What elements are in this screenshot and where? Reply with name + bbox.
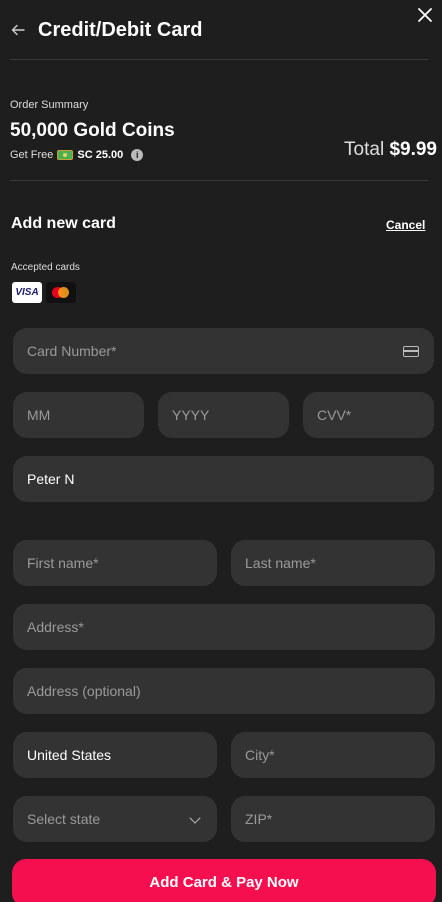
expiry-year-placeholder: YYYY — [172, 407, 210, 423]
credit-card-icon — [403, 346, 419, 357]
total-value: $9.99 — [389, 139, 437, 160]
expiry-month-input[interactable]: MM — [13, 392, 144, 438]
city-input[interactable]: City* — [231, 732, 435, 778]
name-on-card-input[interactable]: Peter N — [13, 456, 434, 502]
last-name-placeholder: Last name* — [245, 555, 316, 571]
get-free-label: Get Free — [10, 149, 54, 161]
last-name-input[interactable]: Last name* — [231, 540, 435, 586]
cvv-placeholder: CVV* — [317, 407, 352, 423]
back-arrow-icon[interactable] — [10, 22, 26, 38]
city-placeholder: City* — [245, 747, 275, 763]
country-value: United States — [27, 747, 112, 763]
bonus-amount: SC 25.00 — [77, 149, 124, 161]
zip-placeholder: ZIP* — [245, 811, 273, 827]
card-number-placeholder: Card Number* — [27, 343, 117, 359]
cvv-input[interactable]: CVV* — [303, 392, 434, 438]
accepted-cards-label: Accepted cards — [11, 262, 80, 273]
address-optional-input[interactable]: Address (optional) — [13, 668, 435, 714]
address-optional-placeholder: Address (optional) — [27, 683, 141, 699]
card-number-input[interactable]: Card Number* — [13, 328, 434, 374]
address-input[interactable]: Address* — [13, 604, 435, 650]
state-placeholder: Select state — [27, 811, 101, 827]
address-placeholder: Address* — [27, 619, 84, 635]
state-select[interactable]: Select state — [13, 796, 217, 842]
info-icon[interactable]: i — [131, 149, 144, 161]
chevron-down-icon — [189, 812, 201, 824]
header-divider — [10, 59, 428, 60]
first-name-input[interactable]: First name* — [13, 540, 217, 586]
expiry-month-placeholder: MM — [27, 407, 51, 423]
add-card-pay-button[interactable]: Add Card & Pay Now — [12, 859, 436, 902]
add-card-title: Add new card — [11, 215, 116, 232]
zip-input[interactable]: ZIP* — [231, 796, 435, 842]
mastercard-logo — [46, 282, 76, 303]
header: Credit/Debit Card — [0, 0, 442, 60]
money-icon — [57, 150, 74, 160]
expiry-year-input[interactable]: YYYY — [158, 392, 289, 438]
name-on-card-value: Peter N — [27, 471, 75, 487]
order-total: Total $9.99 — [344, 139, 437, 161]
page-title: Credit/Debit Card — [38, 19, 203, 41]
mastercard-circle-orange — [58, 287, 69, 298]
close-icon[interactable] — [416, 6, 434, 24]
visa-logo: VISA — [12, 282, 42, 303]
cancel-link[interactable]: Cancel — [386, 218, 425, 232]
product-name: 50,000 Gold Coins — [10, 120, 175, 141]
total-label: Total — [344, 139, 385, 160]
summary-divider — [10, 180, 428, 181]
bonus-line: Get Free SC 25.00 i — [10, 148, 144, 162]
country-select[interactable]: United States — [13, 732, 217, 778]
order-summary-label: Order Summary — [10, 99, 89, 111]
first-name-placeholder: First name* — [27, 555, 99, 571]
